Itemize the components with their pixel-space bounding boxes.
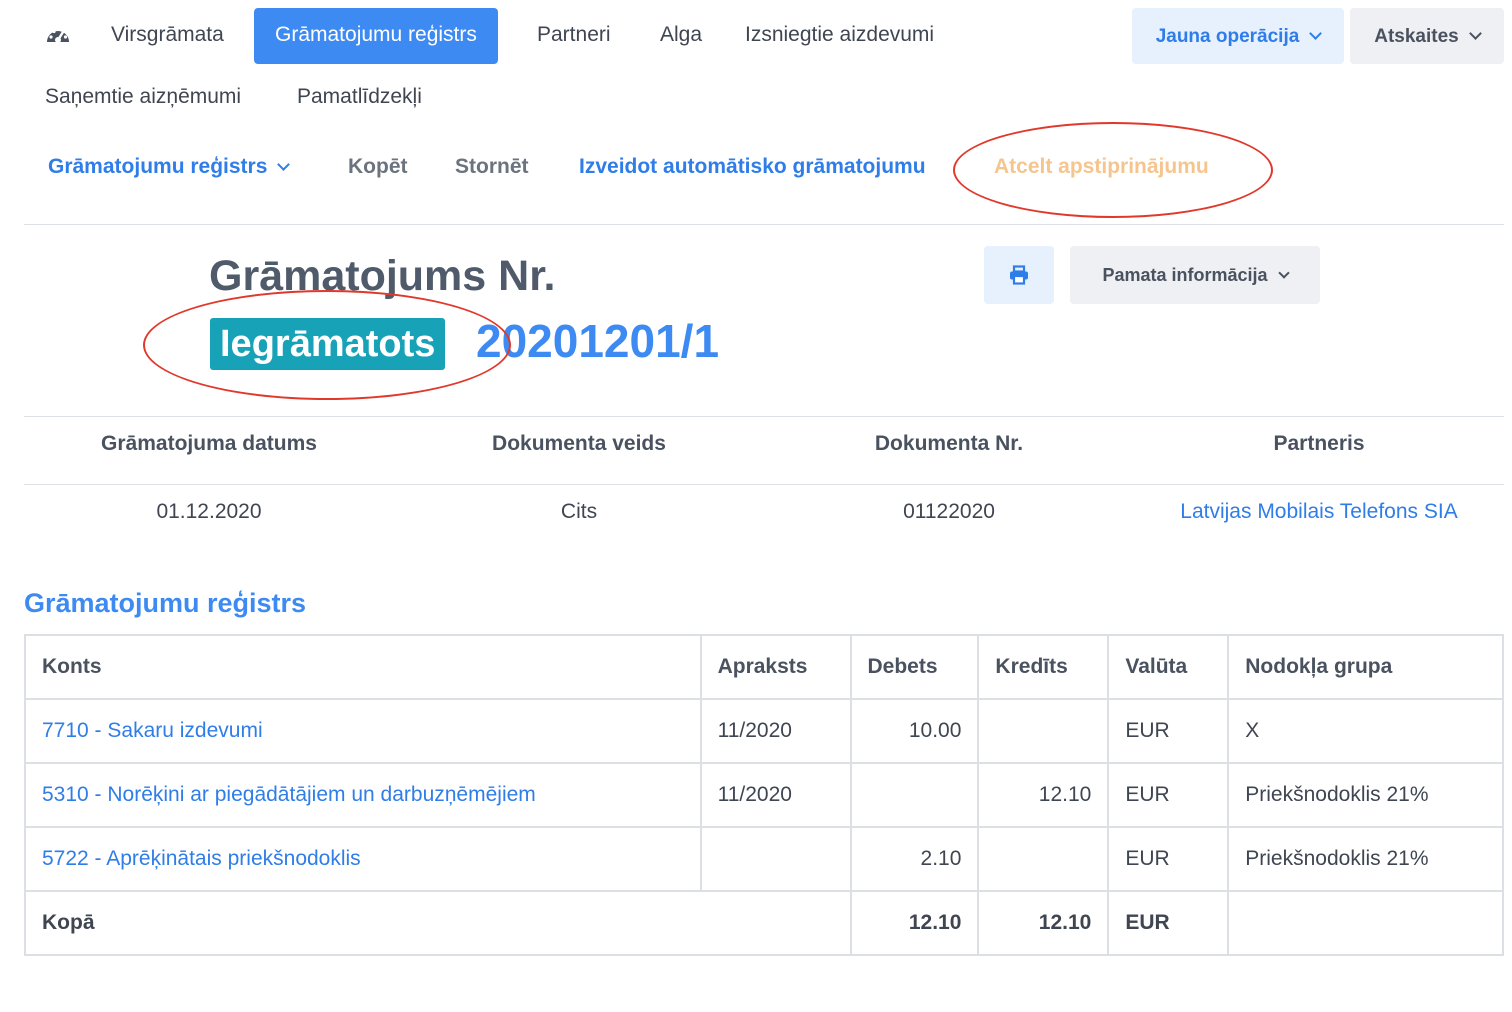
table-row: 5722 - Aprēķinātais priekšnodoklis 2.10 … [24, 826, 1504, 892]
register-title: Grāmatojumu reģistrs [24, 588, 307, 618]
total-label: Kopā [24, 890, 852, 956]
register-dropdown[interactable]: Grāmatojumu reģistrs [48, 140, 291, 194]
basic-info-label: Pamata informācija [1102, 265, 1268, 285]
nav-sanemtie-aiznemumi[interactable]: Saņemtie aizņēmumi [45, 70, 241, 124]
chevron-down-icon [1277, 267, 1290, 279]
dashboard-icon[interactable] [44, 22, 72, 50]
nav-gramatojumu-registrs[interactable]: Grāmatojumu reģistrs [254, 8, 498, 64]
new-operation-button[interactable]: Jauna operācija [1132, 8, 1344, 64]
nav-virsgramata[interactable]: Virsgrāmata [111, 8, 224, 64]
nav-alga[interactable]: Alga [660, 8, 702, 64]
print-icon [1009, 265, 1029, 290]
chevron-down-icon [1309, 27, 1323, 40]
page-title: Grāmatojums Nr. [209, 252, 556, 300]
tax-group-cell: Priekšnodoklis 21% [1227, 826, 1504, 892]
status-badge: Iegrāmatots [210, 318, 446, 370]
chevron-down-icon [1468, 27, 1482, 40]
total-credit: 12.10 [977, 890, 1110, 956]
tax-group-cell: Priekšnodoklis 21% [1227, 762, 1504, 828]
credit-cell [977, 826, 1110, 892]
account-link[interactable]: 5722 - Aprēķinātais priekšnodoklis [42, 847, 361, 870]
currency-cell: EUR [1107, 698, 1230, 764]
register-table: Konts Apraksts Debets Kredīts Valūta Nod… [24, 634, 1504, 956]
nav-partneri[interactable]: Partneri [537, 8, 611, 64]
register-dropdown-label: Grāmatojumu reģistrs [48, 155, 268, 178]
column-header: Apraksts [699, 634, 852, 700]
info-value-date: 01.12.2020 [156, 500, 262, 523]
print-button[interactable] [984, 246, 1054, 304]
divider [24, 416, 1504, 417]
table-header-row: Konts Apraksts Debets Kredīts Valūta Nod… [24, 634, 1504, 700]
account-link[interactable]: 5310 - Norēķini ar piegādātājiem un darb… [42, 783, 536, 806]
info-header-doc-number: Dokumenta Nr. [874, 432, 1024, 455]
column-header: Valūta [1107, 634, 1230, 700]
tax-group-cell: X [1227, 698, 1504, 764]
table-row: 7710 - Sakaru izdevumi 11/2020 10.00 EUR… [24, 698, 1504, 764]
info-header-date: Grāmatojuma datums [101, 432, 317, 455]
copy-button[interactable]: Kopēt [348, 140, 408, 194]
info-header-partner: Partneris [1273, 432, 1365, 455]
credit-cell [977, 698, 1110, 764]
nav-pamatlidzekli[interactable]: Pamatlīdzekļi [297, 70, 422, 124]
description-cell: 11/2020 [699, 762, 852, 828]
credit-cell: 12.10 [977, 762, 1110, 828]
info-header-doc-type: Dokumenta veids [492, 432, 666, 455]
description-cell: 11/2020 [699, 698, 852, 764]
info-value-doc-type: Cits [560, 500, 598, 523]
currency-cell: EUR [1107, 762, 1230, 828]
info-value-doc-number: 01122020 [903, 500, 995, 523]
reports-label: Atskaites [1374, 26, 1459, 47]
cancel-approval-button[interactable]: Atcelt apstiprinājumu [994, 140, 1209, 194]
divider [24, 224, 1504, 225]
column-header: Kredīts [977, 634, 1110, 700]
nav-izsniegtie-aizdevumi[interactable]: Izsniegtie aizdevumi [745, 8, 934, 64]
total-row: Kopā 12.10 12.10 EUR [24, 890, 1504, 956]
description-cell [699, 826, 852, 892]
partner-link[interactable]: Latvijas Mobilais Telefons SIA [1139, 500, 1499, 524]
empty-cell [1227, 890, 1504, 956]
column-header: Nodokļa grupa [1227, 634, 1504, 700]
currency-cell: EUR [1107, 826, 1230, 892]
debit-cell: 2.10 [849, 826, 980, 892]
new-operation-label: Jauna operācija [1155, 26, 1300, 47]
column-header: Konts [24, 634, 702, 700]
debit-cell: 10.00 [849, 698, 980, 764]
reverse-button[interactable]: Stornēt [455, 140, 529, 194]
column-header: Debets [849, 634, 980, 700]
entry-number: 20201201/1 [476, 315, 720, 367]
account-link[interactable]: 7710 - Sakaru izdevumi [42, 719, 263, 742]
basic-info-dropdown[interactable]: Pamata informācija [1070, 246, 1320, 304]
reports-button[interactable]: Atskaites [1350, 8, 1504, 64]
chevron-down-icon [277, 158, 291, 171]
table-row: 5310 - Norēķini ar piegādātājiem un darb… [24, 762, 1504, 828]
auto-entry-button[interactable]: Izveidot automātisko grāmatojumu [579, 140, 926, 194]
total-currency: EUR [1107, 890, 1230, 956]
total-debit: 12.10 [849, 890, 980, 956]
divider [24, 484, 1504, 485]
debit-cell [849, 762, 980, 828]
